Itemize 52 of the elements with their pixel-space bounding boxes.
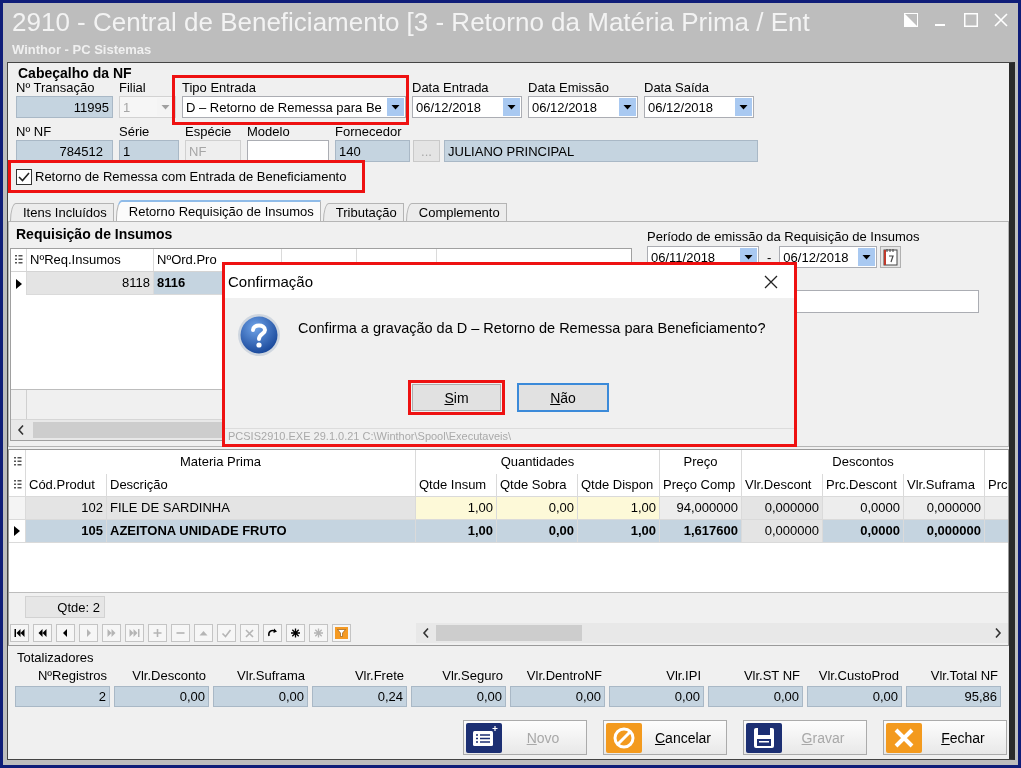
table-cell: 0,000000 — [903, 497, 984, 520]
checkbox-label: Retorno de Remessa com Entrada de Beneficiamento — [35, 168, 347, 185]
field-label: Série — [119, 123, 151, 140]
table-cell: 105 — [25, 520, 106, 543]
table-cell: 0,000000 — [741, 497, 822, 520]
table-cell: 1,00 — [415, 520, 496, 543]
table-cell: 102 — [25, 497, 106, 520]
section-title: Cabeçalho da NF — [17, 65, 132, 81]
field-label: Vlr.Seguro — [441, 667, 504, 684]
field-label: Vlr.ST NF — [742, 667, 801, 684]
field-label: NºRegistros — [36, 667, 108, 684]
status-bar: PCSIS2910.EXE 29.1.0.21 C:\Winthor\Spool\Executaveis\ — [225, 428, 794, 444]
field-label: Fornecedor — [335, 123, 403, 140]
field-label: Período de emissão da Requisição de Insumos — [647, 228, 920, 245]
field-label: Nº NF — [16, 123, 53, 140]
field-label: Data Entrada — [412, 79, 490, 96]
table-cell: 0,00 — [496, 520, 577, 543]
field-label: Vlr.IPI — [665, 667, 702, 684]
field-label: Vlr.DentroNF — [525, 667, 603, 684]
table-cell: FILE DE SARDINHA — [106, 497, 415, 520]
table-cell: AZEITONA UNIDADE FRUTO — [106, 520, 415, 543]
range-separator: - — [767, 249, 772, 265]
field-label: Modelo — [247, 123, 291, 140]
field-label: Vlr.CustoProd — [817, 667, 900, 684]
table-cell: 8118 — [26, 272, 153, 295]
column-group-header: Descontos — [741, 450, 984, 474]
table-cell: 0,0000 — [822, 497, 903, 520]
field-label: Vlr.Frete — [353, 667, 405, 684]
field-label: Data Saída — [644, 79, 711, 96]
table-cell: 1,00 — [577, 497, 659, 520]
field-label: Espécie — [185, 123, 233, 140]
table-cell: 94,000000 — [659, 497, 741, 520]
column-group-header: Preço — [659, 450, 741, 474]
table-cell: 0,0000 — [822, 520, 903, 543]
table-cell: 0,000000 — [903, 520, 984, 543]
record-count: Qtde: 2 — [25, 596, 105, 618]
field-label: Vlr.Desconto — [131, 667, 207, 684]
field-label: Tipo Entrada — [182, 79, 257, 96]
column-group-header: Quantidades — [415, 450, 659, 474]
section-title: Totalizadores — [16, 650, 95, 666]
field-label: Data Emissão — [528, 79, 610, 96]
section-title: Requisição de Insumos — [15, 225, 174, 242]
field-label: Vlr.Total NF — [929, 667, 999, 684]
field-label: Nº Transação — [16, 80, 96, 96]
table-cell: 1,00 — [577, 520, 659, 543]
column-group-header: Materia Prima — [25, 450, 415, 474]
table-cell: 1,00 — [415, 497, 496, 520]
dialog-message: Confirma a gravação da D – Retorno de Remessa para Beneficiamento? — [298, 319, 766, 337]
table-cell: 0,00 — [496, 497, 577, 520]
field-label: Filial — [119, 79, 147, 96]
table-cell: 0,000000 — [741, 520, 822, 543]
field-label: Vlr.Suframa — [236, 667, 306, 684]
